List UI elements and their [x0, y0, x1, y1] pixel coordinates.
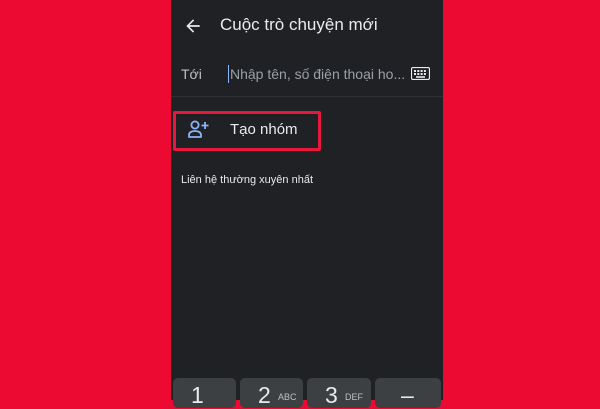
- person-add-icon: [188, 120, 209, 138]
- key-letters: DEF: [345, 392, 363, 402]
- arrow-left-icon: [186, 19, 200, 33]
- key-number: 3: [325, 382, 338, 408]
- key-letters: ABC: [278, 392, 297, 402]
- text-cursor: [228, 65, 229, 83]
- create-group-label: Tạo nhóm: [230, 121, 298, 138]
- page-title: Cuộc trò chuyện mới: [220, 15, 378, 34]
- key-2[interactable]: 2 ABC: [240, 378, 303, 408]
- key-1[interactable]: 1: [173, 378, 236, 408]
- section-heading: Liên hệ thường xuyên nhất: [181, 174, 314, 186]
- app-bar: Cuộc trò chuyện mới: [171, 0, 443, 52]
- recipient-row: Tới: [171, 52, 443, 96]
- key-3[interactable]: 3 DEF: [307, 378, 371, 408]
- create-group-button[interactable]: Tạo nhóm: [171, 105, 443, 155]
- key-number: 1: [191, 382, 204, 408]
- phone-screen: Cuộc trò chuyện mới Tới Tạo: [171, 0, 443, 400]
- recipient-input[interactable]: [228, 63, 408, 85]
- back-button[interactable]: [181, 14, 205, 38]
- key-dash[interactable]: –: [375, 378, 441, 408]
- key-number: –: [401, 382, 414, 408]
- divider: [171, 96, 443, 97]
- to-label: Tới: [181, 66, 202, 82]
- keyboard-toggle-button[interactable]: [410, 66, 431, 85]
- keyboard-icon: [410, 66, 431, 81]
- key-number: 2: [258, 382, 271, 408]
